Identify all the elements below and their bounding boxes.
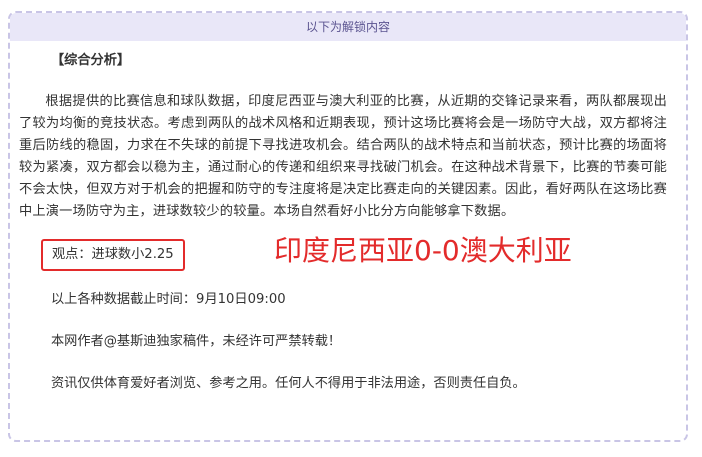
article-body: 【综合分析】 根据提供的比赛信息和球队数据，印度尼西亚与澳大利亚的比赛，从近期的… xyxy=(19,50,667,395)
author-copyright-note: 本网作者@基斯迪独家稿件，未经许可严禁转载！ xyxy=(51,334,342,349)
viewpoint-badge: 观点：进球数小2.25 xyxy=(41,239,185,271)
prediction-row: 观点：进球数小2.25 印度尼西亚0-0澳大利亚 xyxy=(19,234,667,275)
disclaimer-text: 资讯仅供体育爱好者浏览、参考之用。任何人不得用于非法用途，否则责任自负。 xyxy=(51,376,526,391)
section-title: 【综合分析】 xyxy=(51,53,131,68)
unlock-header: 以下为解锁内容 xyxy=(10,13,686,41)
data-cutoff-time: 以上各种数据截止时间：9月10日09:00 xyxy=(51,292,286,307)
score-prediction: 印度尼西亚0-0澳大利亚 xyxy=(274,234,572,267)
analysis-paragraph: 根据提供的比赛信息和球队数据，印度尼西亚与澳大利亚的比赛，从近期的交锋记录来看，… xyxy=(19,94,667,219)
